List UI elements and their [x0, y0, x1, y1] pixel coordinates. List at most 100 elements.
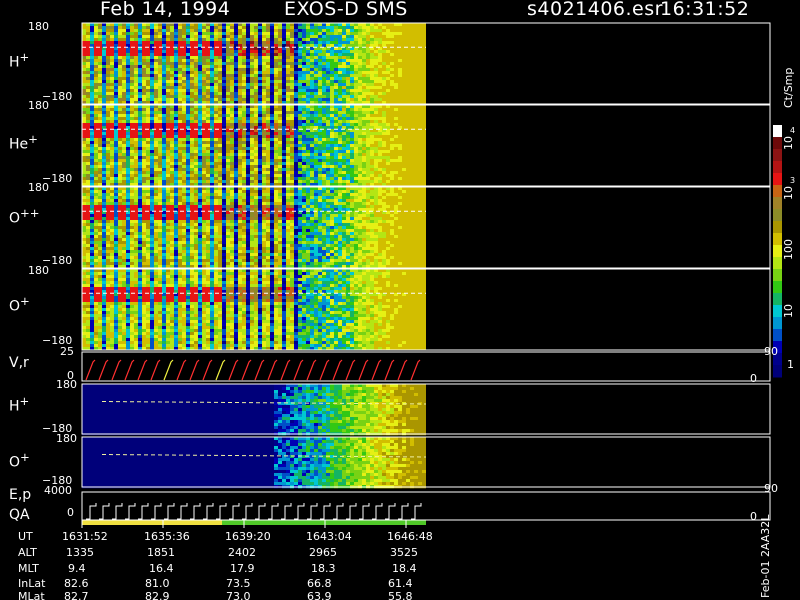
- colorbar-segment: [773, 221, 782, 234]
- ephemeris-cell: 18.3: [311, 562, 336, 575]
- ephemeris-cell: 66.8: [307, 577, 332, 590]
- colorbar-segment: [773, 149, 782, 162]
- panel-label-h-plus-lower: H+: [9, 394, 30, 415]
- ephemeris-row-name: InLat: [18, 577, 46, 590]
- colorbar-label-10: 10: [782, 304, 795, 318]
- ephemeris-cell: 1851: [147, 546, 175, 559]
- panel-7-right-max: 90: [764, 482, 778, 495]
- header-time: 16:31:52: [660, 0, 750, 20]
- ephemeris-row-name: MLat: [18, 590, 45, 600]
- colorbar-segment: [773, 233, 782, 246]
- ephemeris-cell: 63.9: [307, 590, 332, 600]
- vr-trace: [371, 359, 382, 381]
- colorbar-label-1e4-exp: 4: [790, 126, 796, 135]
- vr-trace: [280, 359, 291, 381]
- panel-7-right-min: 0: [750, 510, 757, 523]
- colorbar-segment: [773, 329, 782, 342]
- ephemeris-cell: 73.5: [226, 577, 251, 590]
- colorbar-segment: [773, 125, 782, 138]
- ep-trace: [359, 503, 370, 520]
- ephemeris-cell: 55.8: [388, 590, 413, 600]
- ep-trace: [411, 503, 422, 520]
- vr-trace: [215, 359, 226, 381]
- ephemeris-cell: 1635:36: [144, 530, 190, 543]
- ep-trace: [294, 503, 305, 520]
- vr-trace: [345, 359, 356, 381]
- ephemeris-cell: 2965: [309, 546, 337, 559]
- header-file: s4021406.esr: [527, 0, 663, 20]
- ephemeris-row-name: ALT: [18, 546, 37, 559]
- ephemeris-cell: 1646:48: [387, 530, 433, 543]
- spectrogram-panel-2: [82, 187, 426, 269]
- panel-label-h-plus: H+: [9, 50, 30, 71]
- vr-trace: [293, 359, 304, 381]
- vr-trace: [137, 359, 148, 381]
- colorbar-label-100: 100: [782, 239, 795, 260]
- ephemeris-cell: 17.9: [230, 562, 255, 575]
- vr-trace: [332, 359, 343, 381]
- panel-4-right-min: 0: [750, 372, 757, 385]
- header-instrument: EXOS-D SMS: [284, 0, 408, 20]
- vr-trace: [384, 359, 395, 381]
- colorbar-segment: [773, 257, 782, 270]
- vr-trace: [267, 359, 278, 381]
- ephemeris-cell: 9.4: [68, 562, 86, 575]
- colorbar-label-1e4-base: 10: [782, 136, 795, 150]
- ep-trace: [333, 503, 344, 520]
- ep-trace: [216, 503, 227, 520]
- ep-trace: [346, 503, 357, 520]
- ep-trace: [281, 503, 292, 520]
- ephemeris-row-name: MLT: [18, 562, 39, 575]
- spectrogram-panel-1: [82, 105, 426, 187]
- ep-trace: [255, 503, 266, 520]
- ephemeris-cell: 82.9: [145, 590, 170, 600]
- ephemeris-cell: 73.0: [226, 590, 251, 600]
- colorbar-segment: [773, 365, 782, 378]
- ep-trace: [190, 503, 201, 520]
- ep-trace: [164, 503, 175, 520]
- panel-label-o-plus: O+: [9, 294, 30, 315]
- lower-spectrogram-panel-0: [82, 384, 426, 436]
- ephemeris-cell: 18.4: [392, 562, 417, 575]
- ephemeris-cell: 61.4: [388, 577, 413, 590]
- panel-5-ymax: 180: [56, 378, 77, 391]
- ephemeris-cell: 3525: [390, 546, 418, 559]
- panel-2-ymax: 180: [28, 181, 49, 194]
- qa-strip-green: [222, 520, 426, 525]
- panel-3-ymax: 180: [28, 264, 49, 277]
- colorbar-label-1: 1: [787, 358, 794, 371]
- panel-4-right-max: 90: [764, 345, 778, 358]
- ep-trace: [203, 503, 214, 520]
- ep-trace: [320, 503, 331, 520]
- ephemeris-cell: 82.6: [64, 577, 89, 590]
- ep-trace: [151, 503, 162, 520]
- colorbar-label-1e3-exp: 3: [790, 176, 796, 185]
- panel-label-qa: QA: [9, 507, 30, 523]
- spectrogram-panel-0: [82, 23, 426, 105]
- ephemeris-cell: 2402: [228, 546, 256, 559]
- qa-strip-yellow: [82, 520, 222, 525]
- vr-trace: [189, 359, 200, 381]
- ep-trace: [385, 503, 396, 520]
- colorbar-segment: [773, 209, 782, 222]
- footer-vertical-label: Feb-01 2AA32L: [759, 514, 772, 598]
- vr-trace: [111, 359, 122, 381]
- header-date: Feb 14, 1994: [100, 0, 231, 20]
- ep-trace: [99, 503, 110, 520]
- ep-trace: [112, 503, 123, 520]
- ephemeris-cell: 1639:20: [225, 530, 271, 543]
- panel-7-ymax: 4000: [44, 484, 72, 497]
- colorbar-segment: [773, 161, 782, 174]
- vr-trace: [202, 359, 213, 381]
- ep-trace: [138, 503, 149, 520]
- ep-trace: [125, 503, 136, 520]
- ep-trace: [268, 503, 279, 520]
- sms-spectrogram-plot: Feb 14, 1994 EXOS-D SMS s4021406.esr 16:…: [0, 0, 800, 600]
- vr-trace: [397, 359, 408, 381]
- colorbar-unit: Ct/Smp: [782, 67, 795, 108]
- ep-trace: [307, 503, 318, 520]
- ep-trace: [86, 503, 97, 520]
- ep-trace: [177, 503, 188, 520]
- vr-trace: [410, 359, 421, 381]
- ephemeris-row-name: UT: [18, 530, 33, 543]
